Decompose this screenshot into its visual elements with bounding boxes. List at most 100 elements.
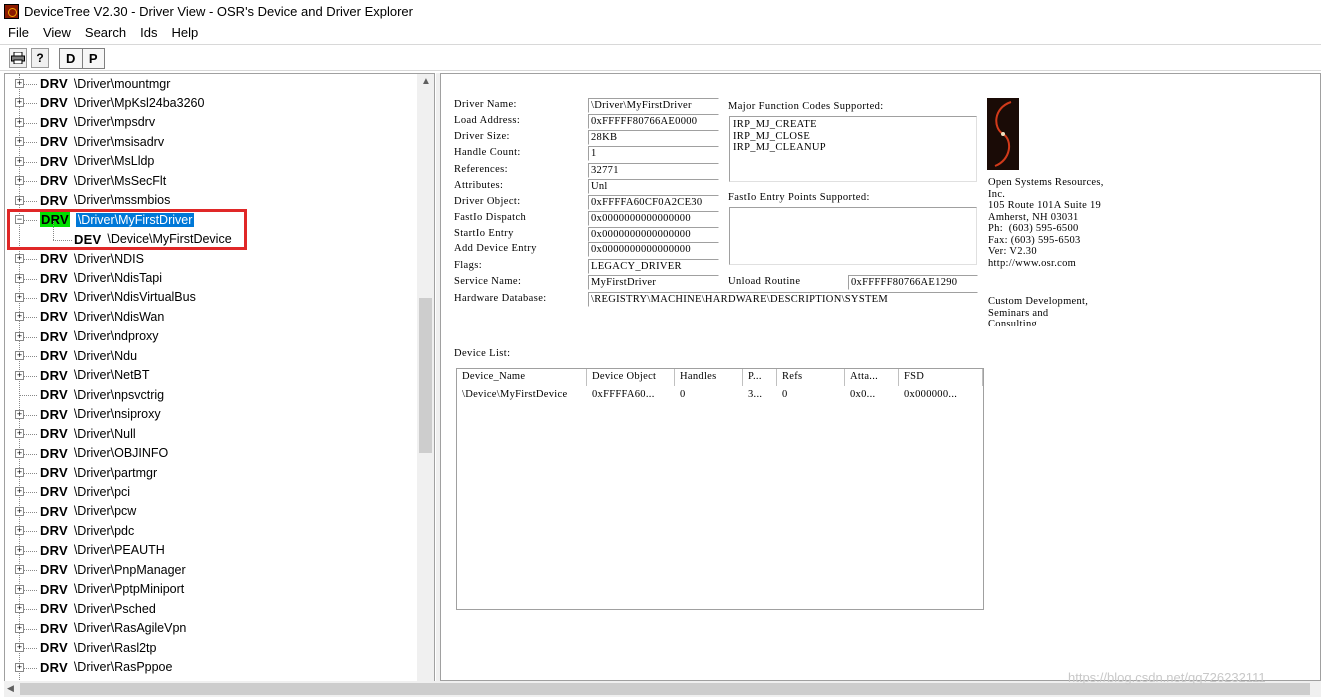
field-value: 0x0000000000000000 xyxy=(588,242,719,257)
osr-logo xyxy=(987,98,1019,170)
tree-driver-item[interactable]: DRV \Driver\partmgr xyxy=(40,463,157,482)
tree-driver-item[interactable]: DRV \Driver\PnpManager xyxy=(40,560,186,579)
tree-driver-item[interactable]: DRV \Driver\OBJINFO xyxy=(40,444,168,463)
expand-icon[interactable]: + xyxy=(15,195,24,205)
scroll-left-icon[interactable]: ◀ xyxy=(7,683,14,694)
expand-icon[interactable]: + xyxy=(15,156,24,166)
expand-icon[interactable]: + xyxy=(15,409,24,419)
tree-driver-item[interactable]: DRV \Driver\Null xyxy=(40,424,136,443)
column-p[interactable]: P... xyxy=(743,369,777,386)
tree-driver-item[interactable]: DRV \Driver\Psched xyxy=(40,599,156,618)
tree-driver-item[interactable]: DRV \Driver\PEAUTH xyxy=(40,541,165,560)
tree-driver-item[interactable]: DRV \Driver\NdisWan xyxy=(40,307,164,326)
tree-driver-item[interactable]: DRV \Driver\Ndu xyxy=(40,346,137,365)
tree-item-path: \Driver\NdisTapi xyxy=(73,271,163,285)
tree-driver-item[interactable]: DRV \Driver\Rasl2tp xyxy=(40,638,156,657)
driver-view-button[interactable]: D xyxy=(60,49,83,68)
expand-icon[interactable]: + xyxy=(15,545,24,555)
cell-device-name: \Device\MyFirstDevice xyxy=(462,389,568,400)
expand-icon[interactable]: + xyxy=(15,604,24,614)
expand-icon[interactable]: + xyxy=(15,273,24,283)
pnp-view-button[interactable]: P xyxy=(82,49,104,68)
column-handles[interactable]: Handles xyxy=(675,369,743,386)
expand-icon[interactable]: + xyxy=(15,292,24,302)
expand-icon[interactable]: + xyxy=(15,506,24,516)
help-icon[interactable]: ? xyxy=(31,48,49,68)
expand-icon[interactable]: + xyxy=(15,643,24,653)
tree-driver-item[interactable]: DRV \Driver\MpKsl24ba3260 xyxy=(40,93,204,112)
tree-driver-item[interactable]: DRV \Driver\mssmbios xyxy=(40,191,170,210)
column-refs[interactable]: Refs xyxy=(777,369,845,386)
device-list[interactable]: Device_Name Device Object Handles P... R… xyxy=(456,368,984,610)
menu-file[interactable]: File xyxy=(0,25,35,40)
expand-icon[interactable]: + xyxy=(15,662,24,672)
tree-item-path: \Driver\NdisVirtualBus xyxy=(73,290,196,305)
tree-driver-item[interactable]: DRV \Driver\NDIS xyxy=(40,249,144,268)
tree-item-type: DRV xyxy=(40,426,68,442)
toolbar: ? D P xyxy=(0,44,1321,71)
device-list-row[interactable]: \Device\MyFirstDevice 0xFFFFA60... 0 3..… xyxy=(457,387,983,404)
tree-driver-item[interactable]: DRV \Driver\RasPppoe xyxy=(40,658,172,677)
tree-driver-item[interactable]: DRV \Driver\nsiproxy xyxy=(40,405,161,424)
tree-driver-item[interactable]: DRV \Driver\RasAgileVpn xyxy=(40,619,186,638)
expand-icon[interactable]: + xyxy=(15,176,24,186)
expand-icon[interactable]: + xyxy=(15,98,24,108)
tree-driver-item[interactable]: DRV \Driver\NetBT xyxy=(40,366,150,385)
menu-help[interactable]: Help xyxy=(163,25,204,40)
major-function-label: Major Function Codes Supported: xyxy=(728,101,884,112)
expand-icon[interactable]: + xyxy=(15,117,24,127)
tree-driver-item[interactable]: DRV \Driver\mpsdrv xyxy=(40,113,155,132)
expand-icon[interactable]: + xyxy=(15,429,24,439)
field-value: 0xFFFFA60CF0A2CE30 xyxy=(588,195,719,210)
field-label: Handle Count: xyxy=(454,147,521,158)
expand-icon[interactable]: + xyxy=(15,331,24,341)
expand-icon[interactable]: + xyxy=(15,370,24,380)
menu-view[interactable]: View xyxy=(35,25,77,40)
tree-item-path: \Driver\mssmbios xyxy=(73,193,171,208)
tree-driver-item[interactable]: DRV \Driver\MsLldp xyxy=(40,152,154,171)
printer-icon[interactable] xyxy=(9,48,27,68)
expand-icon[interactable]: + xyxy=(15,312,24,322)
menu-search[interactable]: Search xyxy=(77,25,132,40)
field-label: Driver Size: xyxy=(454,131,510,142)
unload-routine-label: Unload Routine xyxy=(728,276,801,287)
tree-scroll-thumb[interactable] xyxy=(419,298,432,453)
expand-icon[interactable]: + xyxy=(15,623,24,633)
tree-driver-item[interactable]: DRV \Driver\npsvctrig xyxy=(40,385,164,404)
scroll-up-icon[interactable]: ▲ xyxy=(421,76,431,87)
tree-item-type: DRV xyxy=(40,581,68,597)
field-value: 1 xyxy=(588,146,719,161)
expand-icon[interactable]: + xyxy=(15,448,24,458)
column-fsd[interactable]: FSD xyxy=(899,369,983,386)
tree-item-path: \Driver\PptpMiniport xyxy=(73,582,185,597)
expand-icon[interactable]: + xyxy=(15,254,24,264)
tree-driver-item[interactable]: DRV \Driver\pdc xyxy=(40,521,134,540)
expand-icon[interactable]: + xyxy=(15,584,24,594)
column-device-name[interactable]: Device_Name xyxy=(457,369,587,386)
driver-tree[interactable]: + DRV \Driver\mountmgr + DRV \Driver\MpKsl24b… xyxy=(4,73,435,685)
expand-icon[interactable]: + xyxy=(15,565,24,575)
tree-driver-item[interactable]: DRV \Driver\mountmgr xyxy=(40,74,170,93)
tree-driver-item[interactable]: DRV \Driver\pci xyxy=(40,482,130,501)
tree-driver-item[interactable]: DRV \Driver\PptpMiniport xyxy=(40,580,184,599)
tree-driver-item[interactable]: DRV \Driver\MsSecFlt xyxy=(40,171,166,190)
expand-icon[interactable]: + xyxy=(15,468,24,477)
tree-driver-item[interactable]: DRV \Driver\NdisVirtualBus xyxy=(40,288,196,307)
column-device-object[interactable]: Device Object xyxy=(587,369,675,386)
expand-icon[interactable]: + xyxy=(15,487,24,497)
major-function-item: IRP_MJ_CLOSE xyxy=(733,130,811,142)
expand-icon[interactable]: + xyxy=(15,79,24,88)
tree-driver-item[interactable]: DRV \Driver\pcw xyxy=(40,502,136,521)
fastio-list[interactable] xyxy=(729,207,977,265)
column-attached[interactable]: Atta... xyxy=(845,369,899,386)
major-function-list[interactable]: IRP_MJ_CREATE IRP_MJ_CLOSE IRP_MJ_CLEANU… xyxy=(729,116,977,182)
tree-driver-item[interactable]: DRV \Driver\msisadrv xyxy=(40,132,164,151)
menu-ids[interactable]: Ids xyxy=(132,25,163,40)
tree-driver-item[interactable]: DRV \Driver\ndproxy xyxy=(40,327,159,346)
tree-item-type: DRV xyxy=(40,620,68,636)
app-icon xyxy=(4,3,19,19)
tree-driver-item[interactable]: DRV \Driver\NdisTapi xyxy=(40,269,162,288)
expand-icon[interactable]: + xyxy=(15,351,24,361)
expand-icon[interactable]: + xyxy=(15,526,24,536)
expand-icon[interactable]: + xyxy=(15,137,24,147)
